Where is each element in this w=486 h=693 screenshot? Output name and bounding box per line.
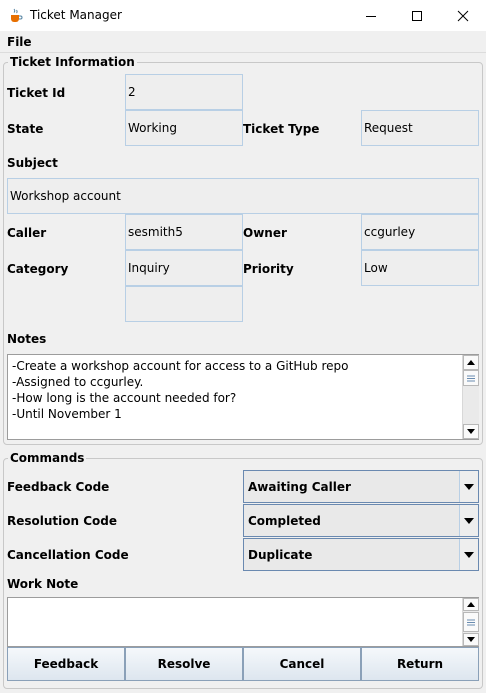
return-button[interactable]: Return (361, 647, 479, 681)
feedback-code-dropdown-button[interactable] (459, 471, 478, 502)
cancellation-code-label: Cancellation Code (7, 548, 129, 562)
cancellation-code-value: Duplicate (248, 547, 313, 562)
menu-bar (0, 31, 486, 53)
arrow-up-icon (467, 360, 475, 365)
subject-field[interactable]: Workshop account (7, 178, 479, 214)
subject-label: Subject (7, 156, 58, 170)
ticket-id-label: Ticket Id (7, 86, 66, 100)
cancel-button[interactable]: Cancel (243, 647, 361, 681)
scroll-down-button[interactable] (463, 424, 479, 439)
menu-file[interactable]: File (7, 35, 32, 49)
scroll-down-button[interactable] (463, 633, 479, 646)
scroll-up-button[interactable] (463, 355, 479, 370)
arrow-down-icon (467, 429, 475, 434)
chevron-down-icon (464, 517, 474, 524)
cancellation-code-dropdown-button[interactable] (459, 539, 478, 570)
work-note-label: Work Note (7, 577, 79, 591)
maximize-icon (412, 10, 422, 21)
arrow-up-icon (467, 602, 475, 607)
ticket-id-field[interactable]: 2 (125, 74, 243, 110)
ticket-type-field[interactable]: Request (361, 110, 479, 146)
ticket-type-label: Ticket Type (243, 122, 320, 136)
title-bar: Ticket Manager (0, 0, 486, 31)
java-cup-icon (8, 8, 24, 24)
state-label: State (7, 122, 44, 136)
work-note-scrollbar[interactable] (462, 598, 479, 646)
grip-icon (467, 375, 475, 381)
owner-field[interactable]: ccgurley (361, 214, 479, 250)
cancellation-code-select[interactable]: Duplicate (243, 538, 479, 571)
state-field[interactable]: Working (125, 110, 243, 146)
close-button[interactable] (440, 0, 486, 31)
owner-label: Owner (243, 226, 287, 240)
priority-label: Priority (243, 262, 294, 276)
notes-textarea[interactable]: -Create a workshop account for access to… (7, 354, 479, 440)
caller-label: Caller (7, 226, 47, 240)
extra-field[interactable] (125, 286, 243, 322)
notes-text: -Create a workshop account for access to… (12, 359, 349, 421)
scroll-up-button[interactable] (463, 598, 479, 611)
feedback-code-label: Feedback Code (7, 480, 110, 494)
minimize-icon (366, 15, 376, 17)
notes-scrollbar[interactable] (462, 355, 479, 439)
feedback-button[interactable]: Feedback (7, 647, 125, 681)
commands-legend: Commands (8, 451, 87, 465)
grip-icon (467, 619, 475, 625)
resolve-button[interactable]: Resolve (125, 647, 243, 681)
window-title: Ticket Manager (30, 8, 122, 22)
resolution-code-dropdown-button[interactable] (459, 505, 478, 536)
close-icon (457, 10, 469, 21)
notes-label: Notes (7, 332, 47, 346)
maximize-button[interactable] (394, 0, 440, 31)
priority-field[interactable]: Low (361, 250, 479, 286)
feedback-code-select[interactable]: Awaiting Caller (243, 470, 479, 503)
ticket-information-legend: Ticket Information (8, 55, 137, 69)
chevron-down-icon (464, 551, 474, 558)
scroll-thumb[interactable] (463, 370, 479, 386)
minimize-button[interactable] (348, 0, 394, 31)
resolution-code-label: Resolution Code (7, 514, 118, 528)
arrow-down-icon (467, 637, 475, 642)
category-label: Category (7, 262, 69, 276)
scroll-thumb[interactable] (463, 612, 479, 632)
chevron-down-icon (464, 483, 474, 490)
category-field[interactable]: Inquiry (125, 250, 243, 286)
caller-field[interactable]: sesmith5 (125, 214, 243, 250)
feedback-code-value: Awaiting Caller (248, 479, 351, 494)
resolution-code-value: Completed (248, 513, 321, 528)
work-note-textarea[interactable] (7, 597, 479, 647)
resolution-code-select[interactable]: Completed (243, 504, 479, 537)
